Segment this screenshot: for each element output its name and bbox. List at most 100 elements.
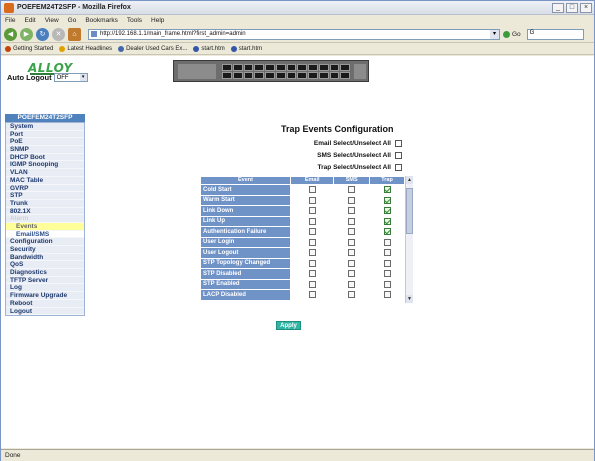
trap-checkbox[interactable] — [383, 217, 391, 225]
menu-bookmarks[interactable]: Bookmarks — [85, 17, 118, 24]
event-name: Link Up — [200, 215, 291, 227]
sidebar-item-dhcp-boot[interactable]: DHCP Boot — [6, 154, 84, 162]
menu-view[interactable]: View — [45, 17, 59, 24]
sms-checkbox[interactable] — [348, 207, 356, 215]
menu-help[interactable]: Help — [151, 17, 164, 24]
sidebar-item-stp[interactable]: STP — [6, 192, 84, 200]
sidebar-item-snmp[interactable]: SNMP — [6, 146, 84, 154]
trap-checkbox[interactable] — [383, 238, 391, 246]
scrollbar-thumb[interactable] — [406, 188, 413, 234]
close-button[interactable]: × — [580, 2, 592, 13]
sms-checkbox[interactable] — [348, 186, 356, 194]
email-checkbox[interactable] — [308, 270, 316, 278]
trap-checkbox[interactable] — [383, 186, 391, 194]
go-button[interactable]: Go — [503, 30, 521, 38]
sidebar-item-alarm[interactable]: Alarm — [6, 215, 84, 223]
sidebar-item-qos[interactable]: QoS — [6, 261, 84, 270]
switch-port — [232, 72, 243, 79]
email-checkbox[interactable] — [308, 228, 316, 236]
forward-button[interactable]: ▶ — [20, 27, 33, 41]
sidebar-item-tftp-server[interactable]: TFTP Server — [6, 277, 84, 285]
sidebar-item-diagnostics[interactable]: Diagnostics — [6, 269, 84, 277]
trap-checkbox[interactable] — [383, 249, 391, 257]
trap-checkbox[interactable] — [383, 259, 391, 267]
url-text[interactable]: http://192.168.1.1/main_frame.html?first… — [100, 31, 490, 37]
menu-file[interactable]: File — [5, 17, 15, 24]
trap-checkbox[interactable] — [383, 270, 391, 278]
bookmark-item[interactable]: start.htm — [230, 45, 262, 52]
email-checkbox[interactable] — [308, 207, 316, 215]
trap-select-all-checkbox[interactable] — [395, 164, 402, 171]
search-input[interactable]: G — [526, 28, 584, 40]
sms-checkbox[interactable] — [348, 291, 356, 299]
chevron-down-icon[interactable]: ▾ — [490, 29, 499, 39]
email-checkbox[interactable] — [308, 186, 316, 194]
minimize-button[interactable]: _ — [552, 2, 564, 13]
sidebar-item-events[interactable]: Events — [6, 222, 84, 231]
email-checkbox[interactable] — [308, 259, 316, 267]
apply-button[interactable]: Apply — [276, 321, 301, 330]
auto-logout-select[interactable]: OFF ▾ — [53, 73, 88, 82]
bookmark-item[interactable]: start.htm — [193, 45, 225, 52]
sidebar-item-igmp-snooping[interactable]: IGMP Snooping — [6, 161, 84, 170]
sidebar-item-system[interactable]: System — [6, 123, 84, 131]
sms-checkbox[interactable] — [348, 228, 356, 236]
sidebar-item-firmware-upgrade[interactable]: Firmware Upgrade — [6, 292, 84, 300]
email-checkbox[interactable] — [308, 280, 316, 288]
sms-checkbox[interactable] — [348, 270, 356, 278]
table-row: Link Up — [200, 215, 405, 227]
home-button[interactable]: ⌂ — [68, 27, 81, 41]
sms-select-all-checkbox[interactable] — [395, 152, 402, 159]
sidebar-item-802-1x[interactable]: 802.1X — [6, 208, 84, 216]
bookmark-item[interactable]: Dealer Used Cars Ex... — [118, 45, 187, 52]
sms-checkbox[interactable] — [348, 259, 356, 267]
sidebar-item-log[interactable]: Log — [6, 284, 84, 293]
email-checkbox[interactable] — [308, 217, 316, 225]
email-checkbox[interactable] — [308, 196, 316, 204]
maximize-button[interactable]: □ — [566, 2, 578, 13]
email-checkbox[interactable] — [308, 291, 316, 299]
sidebar-item-mac-table[interactable]: MAC Table — [6, 177, 84, 185]
reload-button[interactable]: ↻ — [36, 27, 49, 41]
sidebar-item-email-sms[interactable]: Email/SMS — [6, 230, 84, 239]
sms-checkbox[interactable] — [348, 217, 356, 225]
column-header-sms: SMS — [333, 176, 371, 185]
scroll-up-icon[interactable]: ▲ — [406, 176, 413, 184]
menu-tools[interactable]: Tools — [127, 17, 142, 24]
sidebar-item-security[interactable]: Security — [6, 246, 84, 254]
menu-edit[interactable]: Edit — [24, 17, 35, 24]
sidebar-item-bandwidth[interactable]: Bandwidth — [6, 254, 84, 262]
sidebar-item-gvrp[interactable]: GVRP — [6, 185, 84, 193]
trap-cell — [369, 215, 405, 227]
sidebar-item-poe[interactable]: PoE — [6, 138, 84, 147]
menu-go[interactable]: Go — [68, 17, 77, 24]
switch-port — [275, 72, 286, 79]
sidebar-item-vlan[interactable]: VLAN — [6, 169, 84, 177]
sidebar-item-configuration[interactable]: Configuration — [6, 238, 84, 246]
trap-cell — [369, 268, 405, 280]
bookmark-item[interactable]: Getting Started — [5, 45, 53, 52]
sidebar-item-port[interactable]: Port — [6, 131, 84, 139]
sms-checkbox[interactable] — [348, 196, 356, 204]
email-checkbox[interactable] — [308, 249, 316, 257]
email-select-all-checkbox[interactable] — [395, 140, 402, 147]
email-checkbox[interactable] — [308, 238, 316, 246]
sidebar-item-reboot[interactable]: Reboot — [6, 300, 84, 308]
stop-button[interactable]: ✕ — [52, 27, 65, 41]
sms-checkbox[interactable] — [348, 249, 356, 257]
bookmark-item[interactable]: Latest Headlines — [59, 45, 112, 52]
scroll-down-icon[interactable]: ▼ — [406, 295, 413, 303]
trap-checkbox[interactable] — [383, 207, 391, 215]
table-scrollbar[interactable]: ▲ ▼ — [405, 176, 413, 303]
back-button[interactable]: ◀ — [4, 27, 17, 41]
sms-checkbox[interactable] — [348, 238, 356, 246]
sms-checkbox[interactable] — [348, 280, 356, 288]
trap-checkbox[interactable] — [383, 291, 391, 299]
trap-checkbox[interactable] — [383, 280, 391, 288]
trap-checkbox[interactable] — [383, 196, 391, 204]
sidebar-item-logout[interactable]: Logout — [6, 308, 84, 316]
sidebar-item-trunk[interactable]: Trunk — [6, 200, 84, 208]
trap-cell — [369, 289, 405, 301]
trap-checkbox[interactable] — [383, 228, 391, 236]
address-bar[interactable]: http://192.168.1.1/main_frame.html?first… — [88, 28, 500, 40]
